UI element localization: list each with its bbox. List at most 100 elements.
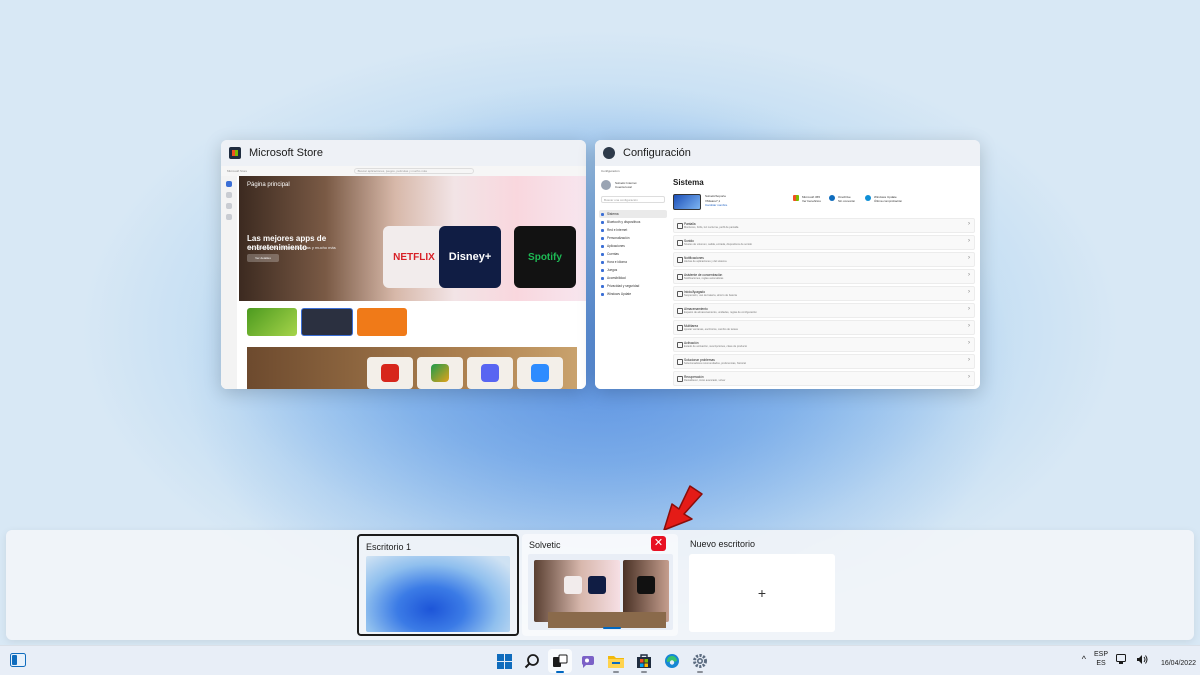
nav-item-aplicaciones: Aplicaciones (599, 242, 667, 250)
nav-item-windows-update: Windows Update (599, 290, 667, 298)
apps-icon (226, 192, 232, 198)
file-explorer-button[interactable] (604, 649, 628, 673)
settings-user: Solvetic Internet Cuenta local (601, 180, 637, 190)
home-icon (226, 181, 232, 187)
keyboard-layout: ES (1096, 660, 1106, 667)
row-title: Pantalla (684, 222, 696, 226)
desktop-1-label: Escritorio 1 (366, 542, 412, 552)
window-thumbnail-microsoft-store[interactable]: Microsoft Store Microsoft Store Buscar a… (221, 140, 586, 389)
store-bag-icon (637, 654, 651, 668)
search-button[interactable] (520, 649, 544, 673)
quick-windows-update: Windows Update Última comprobación (865, 195, 902, 203)
device-model: VMware7,1 (705, 198, 721, 203)
virtual-desktops-bar: Escritorio 1 Solvetic Nuevo escritorio + (6, 530, 1194, 640)
system-tray: ^ ESP ES 16/04/2022 (1082, 650, 1196, 668)
input-language-indicator[interactable]: ESP ES (1094, 650, 1108, 668)
device-thumbnail (673, 194, 701, 210)
settings-page-title: Sistema (673, 178, 704, 187)
row-title: Asistente de concentración (684, 273, 723, 277)
acrobat-tile (367, 357, 413, 389)
quick-sub: Última comprobación (874, 199, 903, 203)
row-sub: Alertas de aplicaciones y del sistema (684, 260, 727, 263)
row-title: Activación (684, 341, 699, 345)
user-account-type: Cuenta local (615, 185, 632, 189)
start-button[interactable] (492, 649, 516, 673)
clock[interactable]: 16/04/2022 (1156, 650, 1196, 668)
zoom-tile (517, 357, 563, 389)
hero-label: Página principal (247, 182, 290, 188)
red-arrow-annotation (663, 485, 703, 531)
disney-plus-tile: Disney+ (439, 226, 501, 288)
movies-icon (226, 214, 232, 220)
nav-item-hora: Hora e idioma (599, 258, 667, 266)
desktop-1-preview (366, 556, 510, 632)
chat-icon (581, 656, 594, 668)
row-sub: Notificaciones, reglas automáticas (684, 277, 724, 280)
quick-sub: Sin conexión (838, 199, 856, 203)
nav-item-juegos: Juegos (599, 266, 667, 274)
settings-taskbar-button[interactable] (688, 649, 712, 673)
volume-icon[interactable] (1136, 654, 1148, 665)
desktop-solvetic-label: Solvetic (529, 540, 561, 550)
new-desktop[interactable]: Nuevo escritorio + (684, 534, 844, 636)
edge-button[interactable] (660, 649, 684, 673)
search-icon (524, 654, 539, 669)
row-sub: Solucionadores recomendados, preferencia… (684, 362, 746, 365)
row-title: Solucionar problemas (684, 358, 715, 362)
games-icon (226, 203, 232, 209)
window-title: Microsoft Store (249, 147, 323, 159)
row-sub: Niveles de volumen, salida, entrada, dis… (684, 243, 752, 246)
settings-row: Pantalla Monitores, brillo, luz nocturna,… (673, 218, 975, 233)
new-desktop-label: Nuevo escritorio (690, 539, 756, 549)
store-carousel (247, 308, 407, 336)
preview-tile (588, 576, 606, 594)
discord-tile (467, 357, 513, 389)
hero-details-button: Ver detalles (247, 254, 279, 262)
settings-nav: Sistema Bluetooth y dispositivos Red e I… (599, 210, 667, 298)
settings-list: Pantalla Monitores, brillo, luz nocturna,… (673, 218, 975, 388)
window-title: Configuración (623, 147, 691, 159)
hidden-icons-chevron[interactable]: ^ (1082, 654, 1086, 664)
microsoft-store-taskbar-button[interactable] (632, 649, 656, 673)
active-indicator (556, 671, 564, 673)
row-title: Inicio/Apagado (684, 290, 706, 294)
settings-row: Activación Estado de activación, suscripc… (673, 337, 975, 352)
row-sub: Suspensión, uso de batería, ahorro de ba… (684, 294, 737, 297)
chat-button[interactable] (576, 649, 600, 673)
spotify-tile: Spotify (514, 226, 576, 288)
nav-item-cuentas: Cuentas (599, 250, 667, 258)
rename-link: Cambiar nombre (705, 203, 728, 207)
microsoft-store-icon (229, 147, 241, 159)
preview-tile (637, 576, 655, 594)
microsoft-365-icon (793, 195, 799, 201)
onedrive-icon (829, 195, 835, 201)
store-search-input: Buscar aplicaciones, juegos, películas y… (353, 168, 474, 174)
taskbar-apps (492, 649, 712, 673)
widgets-button[interactable] (10, 653, 26, 672)
store-app-label: Microsoft Store (227, 169, 248, 173)
taskbar: ^ ESP ES 16/04/2022 (0, 645, 1200, 675)
desktop-solvetic-preview (528, 554, 673, 630)
hero-subtitle: Tus películas, TV y música favoritas y m… (247, 245, 336, 250)
desktop-1[interactable]: Escritorio 1 (357, 534, 519, 636)
row-title: Sonido (684, 239, 694, 243)
nav-item-personalizacion: Personalización (599, 234, 667, 242)
add-desktop-button[interactable]: + (689, 554, 835, 632)
window-title-bar: Configuración (595, 140, 980, 166)
close-icon: ✕ (653, 537, 664, 549)
row-title: Multitarea (684, 324, 698, 328)
window-thumbnail-settings[interactable]: Configuración Configuración Solvetic Int… (595, 140, 980, 389)
close-desktop-button[interactable]: ✕ (651, 536, 666, 551)
gear-icon (693, 654, 707, 668)
quick-microsoft-365: Microsoft 365 Ver beneficios (793, 195, 821, 203)
row-sub: Espacio de almacenamiento, unidades, reg… (684, 311, 757, 314)
row-title: Notificaciones (684, 256, 704, 260)
settings-row: Solucionar problemas Solucionadores recom… (673, 354, 975, 369)
nav-item-bluetooth: Bluetooth y dispositivos (599, 218, 667, 226)
netflix-tile: NETFLIX (383, 226, 445, 288)
network-icon[interactable] (1116, 653, 1128, 665)
task-view-button[interactable] (548, 649, 572, 673)
settings-row: Notificaciones Alertas de aplicaciones y … (673, 252, 975, 267)
row-title: Almacenamiento (684, 307, 708, 311)
settings-row: Almacenamiento Espacio de almacenamiento,… (673, 303, 975, 318)
